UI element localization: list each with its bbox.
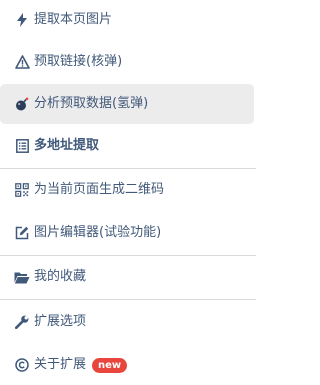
- menu-item-label: 扩展选项: [34, 314, 87, 329]
- menu-item-my-favorites[interactable]: 我的收藏: [0, 257, 256, 297]
- menu-item-label: 我的收藏: [34, 269, 87, 284]
- wrench-icon: [14, 314, 30, 330]
- edit-icon: [14, 225, 30, 241]
- folder-open-icon: [14, 269, 30, 285]
- copyright-icon: [14, 357, 30, 373]
- bomb-icon: [14, 96, 30, 112]
- menu-item-label: 图片编辑器(试验功能): [34, 225, 162, 240]
- menu-item-label: 关于扩展: [34, 357, 87, 372]
- menu-item-label: 为当前页面生成二维码: [34, 182, 165, 197]
- qr-code-icon: [14, 182, 30, 198]
- menu-item-analyze-prefetch-data[interactable]: 分析预取数据(氢弹): [0, 84, 254, 124]
- new-badge: new: [92, 357, 128, 373]
- warning-icon: [14, 54, 30, 70]
- extension-popup-menu: 提取本页图片 预取链接(核弹) 分析预取数据(氢弹) 多地址提取 为当前页面生成…: [0, 0, 256, 385]
- menu-item-label: 提取本页图片: [34, 12, 113, 27]
- menu-item-generate-qr-code[interactable]: 为当前页面生成二维码: [0, 170, 256, 210]
- menu-item-extension-options[interactable]: 扩展选项: [0, 302, 256, 342]
- menu-item-about-extension[interactable]: 关于扩展 new: [0, 345, 256, 385]
- menu-item-label: 预取链接(核弹): [34, 54, 123, 69]
- menu-item-multi-url-extract[interactable]: 多地址提取: [0, 126, 256, 166]
- divider: [0, 168, 256, 169]
- menu-item-extract-page-images[interactable]: 提取本页图片: [0, 0, 256, 40]
- list-icon: [14, 138, 30, 154]
- divider: [0, 299, 256, 300]
- lightning-icon: [14, 12, 30, 28]
- menu-item-label: 多地址提取: [34, 138, 100, 153]
- menu-item-prefetch-links[interactable]: 预取链接(核弹): [0, 42, 256, 82]
- menu-item-label: 分析预取数据(氢弹): [34, 96, 149, 111]
- menu-item-image-editor[interactable]: 图片编辑器(试验功能): [0, 213, 256, 253]
- divider: [0, 255, 256, 256]
